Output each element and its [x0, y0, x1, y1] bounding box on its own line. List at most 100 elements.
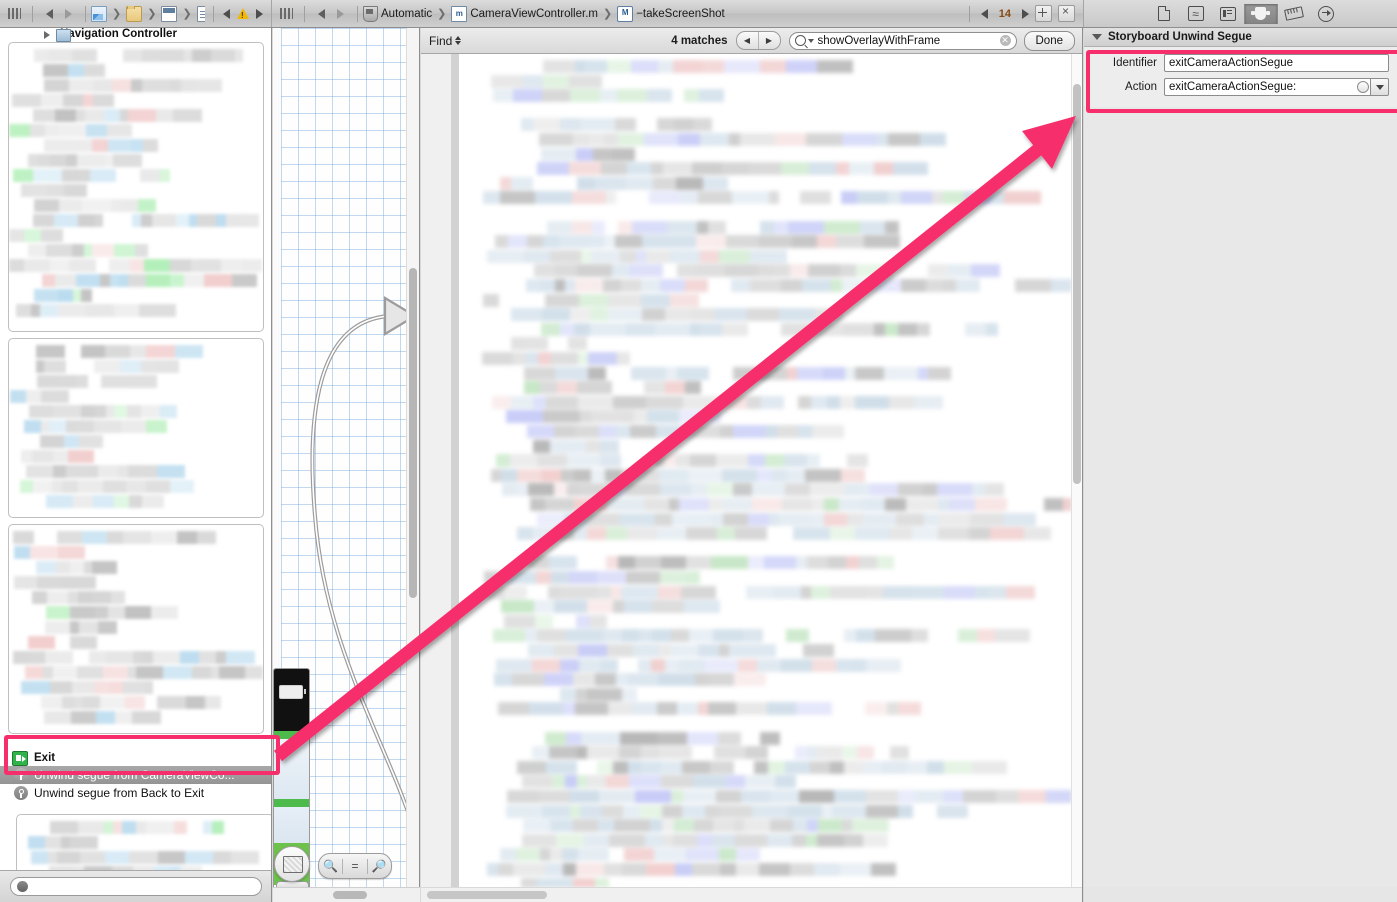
find-mode-stepper[interactable] — [455, 36, 462, 45]
outline-card-blurred[interactable] — [8, 524, 264, 734]
outline-filter-input[interactable] — [10, 877, 262, 896]
exit-icon — [12, 751, 28, 766]
breadcrumb-file-label: CameraViewController.m — [470, 7, 598, 20]
connections-inspector-tab[interactable] — [1310, 4, 1342, 24]
segue-icon — [14, 768, 28, 782]
editor-code-content[interactable] — [459, 54, 1072, 888]
storyboard-icon — [161, 5, 178, 22]
search-input[interactable]: showOverlayWithFrame ✕ — [788, 31, 1017, 50]
find-done-button[interactable]: Done — [1023, 30, 1075, 51]
search-input-value: showOverlayWithFrame — [817, 34, 941, 47]
attributes-inspector-tab[interactable] — [1243, 3, 1278, 24]
editor-horizontal-scrollbar[interactable] — [421, 887, 1082, 902]
outline-segue-row[interactable]: Unwind segue from Back to Exit — [0, 784, 271, 802]
back-icon[interactable] — [46, 8, 53, 19]
divider — [304, 5, 305, 22]
breadcrumb-file[interactable]: m CameraViewController.m — [451, 5, 598, 22]
canvas-vertical-scrollbar[interactable] — [406, 28, 419, 902]
source-editor[interactable]: Find 4 matches ◀ ▶ showOverlayWithFrame … — [421, 28, 1083, 902]
grid-icon[interactable] — [280, 8, 293, 19]
inspector-section-header[interactable]: Storyboard Unwind Segue — [1084, 28, 1397, 47]
zoom-actual-size-icon[interactable]: = — [343, 859, 366, 873]
identity-icon — [1219, 6, 1236, 21]
canvas-horizontal-scroll-thumb[interactable] — [333, 891, 367, 899]
breadcrumb-separator: ❯ — [112, 8, 122, 20]
editor-vertical-scrollbar[interactable] — [1071, 54, 1082, 888]
navigator-breadcrumb: ❯ ❯ ❯ ❯ ❯ Unwind segue fro... — [91, 5, 205, 22]
breadcrumb-automatic[interactable]: Automatic — [363, 5, 432, 22]
forward-icon[interactable] — [65, 8, 72, 19]
file-icon — [1157, 6, 1170, 21]
find-mode-label: Find — [429, 33, 453, 48]
breadcrumb-scene[interactable] — [196, 5, 205, 22]
action-combo[interactable]: exitCameraActionSegue: — [1164, 78, 1389, 96]
outline-card-blurred[interactable] — [8, 338, 264, 518]
chevron-down-icon[interactable] — [1370, 78, 1389, 96]
editor-vertical-scroll-thumb[interactable] — [1073, 84, 1081, 484]
breadcrumb-folder[interactable] — [126, 5, 143, 22]
editor-horizontal-scroll-thumb[interactable] — [427, 891, 547, 899]
breadcrumb-separator: ❯ — [437, 8, 447, 20]
zoom-in-icon[interactable]: 🔎 — [368, 859, 391, 873]
breadcrumb-method[interactable]: M −takeScreenShot — [617, 5, 725, 22]
find-match-count: 4 matches — [671, 34, 728, 47]
outline-exit-row[interactable]: Exit — [12, 750, 262, 766]
inspector-fields: Identifier exitCameraActionSegue Action … — [1084, 47, 1397, 107]
size-inspector-tab[interactable] — [1278, 4, 1310, 24]
zoom-out-icon[interactable]: 🔍 — [319, 859, 342, 873]
search-options-icon[interactable] — [807, 38, 814, 43]
breadcrumb-separator: ❯ — [182, 8, 192, 20]
next-match-icon[interactable]: ▶ — [757, 32, 780, 49]
storyboard-document-outline[interactable]: Navigation Controller Exit Unwind segue … — [0, 28, 272, 902]
outline-card-blurred[interactable] — [16, 814, 271, 870]
attributes-inspector: Storyboard Unwind Segue Identifier exitC… — [1084, 28, 1397, 902]
ruler-icon — [1283, 6, 1304, 21]
outline-scene-list: Navigation Controller Exit Unwind segue … — [0, 28, 271, 870]
outline-filter-bar — [0, 870, 271, 902]
automatic-icon — [363, 5, 378, 22]
clear-search-icon[interactable]: ✕ — [999, 35, 1011, 46]
warning-icon[interactable] — [237, 8, 249, 20]
breadcrumb-storyboard[interactable] — [161, 5, 178, 22]
disclosure-triangle-icon[interactable] — [44, 31, 50, 39]
action-input[interactable]: exitCameraActionSegue: — [1164, 78, 1356, 96]
counter-previous-icon[interactable] — [980, 8, 988, 19]
identifier-input[interactable]: exitCameraActionSegue — [1164, 54, 1389, 72]
view-controller-badge-icon[interactable] — [274, 846, 310, 882]
xcode-window: ❯ ❯ ❯ ❯ ❯ Unwind segue fro... — [0, 0, 1397, 902]
canvas-zoom-controls[interactable]: 🔍 = 🔎 — [318, 853, 392, 879]
identity-inspector-tab[interactable] — [1212, 4, 1244, 24]
breadcrumb-separator: ❯ — [602, 8, 613, 20]
outline-card-blurred[interactable] — [8, 42, 264, 332]
storyboard-canvas[interactable] — [273, 28, 420, 902]
issue-counter: 14 — [998, 7, 1011, 20]
file-inspector-tab[interactable] — [1148, 4, 1180, 24]
outline-segue-row-selected[interactable]: Unwind segue from CameraViewCo... — [0, 766, 271, 784]
outline-top-scene-title[interactable]: Navigation Controller — [0, 28, 271, 42]
back-icon[interactable] — [318, 8, 325, 19]
inspector-empty-area — [1084, 107, 1397, 887]
divider — [85, 5, 86, 22]
add-editor-button[interactable] — [1035, 5, 1052, 22]
arrow-circle-icon — [1317, 5, 1334, 22]
find-prev-next-buttons[interactable]: ◀ ▶ — [735, 31, 781, 50]
grid-icon[interactable] — [8, 8, 21, 19]
canvas-vertical-scroll-thumb[interactable] — [409, 268, 417, 598]
previous-match-icon[interactable]: ◀ — [737, 32, 758, 49]
previous-issue-icon[interactable] — [223, 8, 230, 19]
inspector-bottom-rail — [1084, 888, 1397, 902]
counter-next-icon[interactable] — [1022, 8, 1029, 19]
close-editor-button[interactable] — [1058, 4, 1075, 22]
outline-exit-label: Exit — [34, 752, 56, 764]
next-issue-icon[interactable] — [256, 8, 263, 19]
breadcrumb-project[interactable] — [91, 5, 107, 22]
issue-navigation — [219, 8, 267, 20]
canvas-horizontal-scrollbar[interactable] — [273, 887, 420, 902]
action-connection-well[interactable] — [1356, 78, 1370, 96]
top-jump-bars: ❯ ❯ ❯ ❯ ❯ Unwind segue fro... — [0, 0, 1397, 28]
quick-help-inspector-tab[interactable] — [1180, 4, 1212, 24]
scene-green-bar — [274, 731, 309, 739]
navigation-controller-icon — [56, 29, 71, 42]
forward-icon[interactable] — [337, 8, 344, 19]
disclosure-triangle-icon[interactable] — [1092, 34, 1102, 40]
